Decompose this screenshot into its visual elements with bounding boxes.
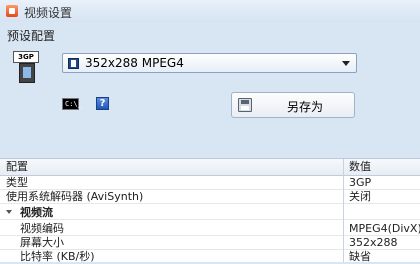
grid-row[interactable]: 使用系统解码器 (AviSynth) 关闭 (0, 190, 420, 204)
format-tag: 3GP (13, 51, 39, 63)
command-prompt-icon[interactable]: C:\_ (62, 98, 82, 110)
app-icon (6, 5, 18, 17)
preset-value: 352x288 MPEG4 (85, 56, 184, 70)
window-title: 视频设置 (24, 6, 73, 20)
command-prompt-text: C:\_ (65, 100, 82, 108)
row-value[interactable]: 关闭 (349, 190, 371, 204)
row-value[interactable]: MPEG4(DivX) (349, 222, 420, 236)
row-name: 视频编码 (20, 222, 64, 235)
grid-row[interactable]: 比特率 (KB/秒) 缺省 (0, 250, 420, 264)
film-icon (68, 58, 79, 69)
column-divider[interactable] (343, 159, 344, 262)
preset-section-label: 预设配置 (7, 29, 56, 43)
preset-dropdown[interactable]: 352x288 MPEG4 (62, 53, 357, 73)
row-name: 使用系统解码器 (AviSynth) (6, 190, 144, 203)
row-name: 类型 (6, 176, 28, 189)
row-name: 屏幕大小 (20, 236, 64, 249)
row-name: 比特率 (KB/秒) (20, 250, 95, 263)
header-config[interactable]: 配置 (6, 159, 28, 175)
grid-header: 配置 数值 (0, 159, 420, 176)
header-value[interactable]: 数值 (349, 159, 371, 175)
floppy-disk-icon (238, 98, 252, 112)
chevron-down-icon[interactable] (342, 61, 350, 66)
row-value[interactable]: 3GP (349, 176, 371, 190)
group-label: 视频流 (20, 206, 53, 219)
collapse-icon[interactable] (6, 210, 12, 214)
save-as-button[interactable]: 另存为 (231, 92, 355, 118)
group-row-video-stream[interactable]: 视频流 (0, 206, 420, 220)
title-bar: 视频设置 (0, 0, 420, 22)
row-value[interactable]: 缺省 (349, 250, 371, 264)
grid-row[interactable]: 屏幕大小 352x288 (0, 236, 420, 250)
settings-grid: 配置 数值 类型 3GP 使用系统解码器 (AviSynth) 关闭 视频流 视… (0, 158, 420, 264)
row-value[interactable]: 352x288 (349, 236, 398, 250)
phone-icon (19, 63, 35, 83)
save-as-label: 另存为 (287, 100, 324, 114)
help-icon[interactable]: ? (96, 97, 109, 110)
grid-row[interactable]: 视频编码 MPEG4(DivX) (0, 222, 420, 236)
3gp-format-icon: 3GP (13, 51, 39, 83)
grid-row[interactable]: 类型 3GP (0, 176, 420, 190)
